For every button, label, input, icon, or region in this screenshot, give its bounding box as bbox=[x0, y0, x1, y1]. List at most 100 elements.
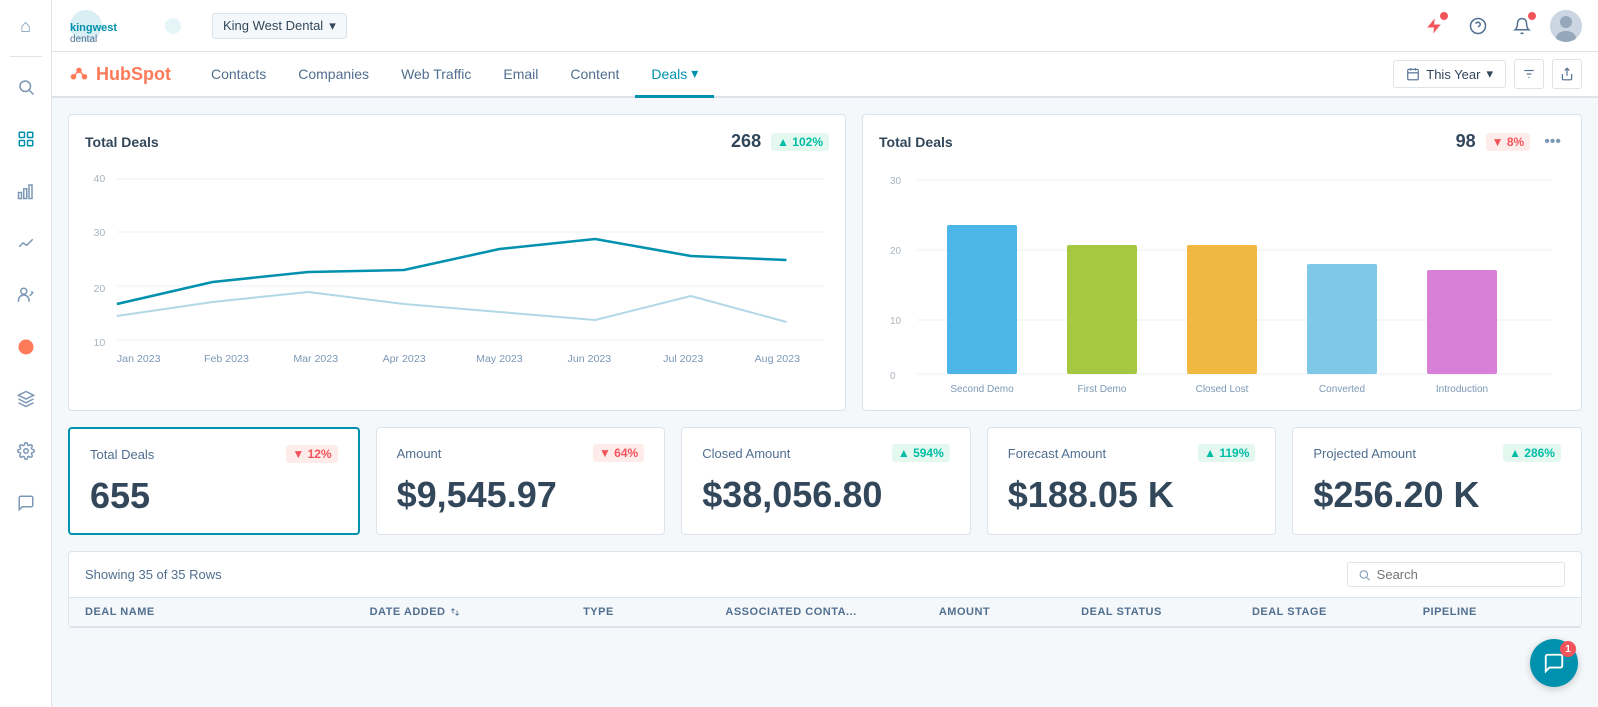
sidebar-klarna-icon[interactable] bbox=[0, 373, 52, 425]
svg-text:Aug 2023: Aug 2023 bbox=[755, 354, 801, 364]
deals-table: Showing 35 of 35 Rows DEAL NAME DATE ADD… bbox=[68, 551, 1582, 628]
bar-chart-svg: 30 20 10 0 bbox=[879, 164, 1565, 404]
nav-item-webtraffic[interactable]: Web Traffic bbox=[385, 52, 487, 98]
svg-text:Converted: Converted bbox=[1319, 384, 1365, 395]
svg-text:Jan 2023: Jan 2023 bbox=[117, 354, 161, 364]
nav-item-email[interactable]: Email bbox=[487, 52, 554, 98]
table-search-input[interactable] bbox=[1377, 567, 1554, 582]
top-right-icons bbox=[1418, 10, 1582, 42]
svg-text:20: 20 bbox=[94, 284, 106, 295]
kpi-label-0: Total Deals bbox=[90, 447, 154, 462]
sidebar-search-icon[interactable] bbox=[0, 61, 52, 113]
bar-chart-more-button[interactable]: ••• bbox=[1540, 133, 1565, 151]
kpi-value-2: $38,056.80 bbox=[702, 474, 950, 516]
bar-chart-stat: 98 ▼ 8% ••• bbox=[1456, 131, 1565, 152]
line-chart-number: 268 bbox=[731, 131, 761, 152]
svg-text:First Demo: First Demo bbox=[1078, 384, 1127, 395]
nav-item-companies[interactable]: Companies bbox=[282, 52, 385, 98]
table-row-count: Showing 35 of 35 Rows bbox=[85, 567, 222, 582]
bar-chart-card: Total Deals 98 ▼ 8% ••• 30 20 10 0 bbox=[862, 114, 1582, 411]
col-header-deal-status: DEAL STATUS bbox=[1081, 606, 1252, 618]
svg-text:dental: dental bbox=[70, 34, 97, 45]
nav-item-content[interactable]: Content bbox=[554, 52, 635, 98]
user-avatar[interactable] bbox=[1550, 10, 1582, 42]
svg-text:Feb 2023: Feb 2023 bbox=[204, 354, 249, 364]
col-header-pipeline: PIPELINE bbox=[1423, 606, 1565, 618]
kpi-card-header-2: Closed Amount ▲ 594% bbox=[702, 444, 950, 462]
kpi-card-header-0: Total Deals ▼ 12% bbox=[90, 445, 338, 463]
topbar: kingwest dental King West Dental ▾ bbox=[52, 0, 1598, 52]
sidebar-home-icon[interactable]: ⌂ bbox=[0, 0, 52, 52]
kpi-card-closed-amount[interactable]: Closed Amount ▲ 594% $38,056.80 bbox=[681, 427, 971, 535]
sidebar-divider bbox=[10, 56, 42, 57]
svg-text:30: 30 bbox=[94, 228, 106, 239]
date-filter-button[interactable]: This Year ▾ bbox=[1393, 60, 1506, 88]
share-button[interactable] bbox=[1552, 59, 1582, 89]
logo-svg: kingwest dental bbox=[68, 7, 188, 45]
svg-text:kingwest: kingwest bbox=[70, 22, 117, 34]
date-sort-icon[interactable] bbox=[450, 607, 460, 617]
nav-item-contacts[interactable]: Contacts bbox=[195, 52, 282, 98]
sidebar-settings-icon[interactable] bbox=[0, 425, 52, 477]
nav-item-deals[interactable]: Deals ▾ bbox=[635, 52, 714, 98]
kpi-badge-4: ▲ 286% bbox=[1503, 444, 1561, 462]
hubspot-icon bbox=[68, 63, 90, 85]
sidebar-hubspot-icon[interactable] bbox=[0, 321, 52, 373]
kpi-card-amount[interactable]: Amount ▼ 64% $9,545.97 bbox=[376, 427, 666, 535]
date-filter-label: This Year bbox=[1426, 67, 1480, 82]
date-filter-chevron: ▾ bbox=[1486, 66, 1493, 82]
hubspot-logo: HubSpot bbox=[68, 63, 171, 85]
kpi-card-projected[interactable]: Projected Amount ▲ 286% $256.20 K bbox=[1292, 427, 1582, 535]
svg-text:0: 0 bbox=[890, 371, 896, 382]
kpi-label-1: Amount bbox=[397, 446, 442, 461]
dashboard: Total Deals 268 ▲ 102% 40 30 20 10 bbox=[52, 98, 1598, 707]
kpi-label-4: Projected Amount bbox=[1313, 446, 1416, 461]
svg-text:Jun 2023: Jun 2023 bbox=[568, 354, 612, 364]
bar-chart-header: Total Deals 98 ▼ 8% ••• bbox=[879, 131, 1565, 152]
deals-chevron-icon: ▾ bbox=[691, 65, 698, 82]
hubspot-brand-label: HubSpot bbox=[96, 64, 171, 85]
col-header-deal-name: DEAL NAME bbox=[85, 606, 370, 618]
kpi-badge-0: ▼ 12% bbox=[286, 445, 337, 463]
svg-text:Closed Lost: Closed Lost bbox=[1196, 384, 1249, 395]
sidebar-bar-chart-icon[interactable] bbox=[0, 165, 52, 217]
kpi-label-2: Closed Amount bbox=[702, 446, 790, 461]
customize-button[interactable] bbox=[1514, 59, 1544, 89]
kpi-card-header-1: Amount ▼ 64% bbox=[397, 444, 645, 462]
kpi-card-forecast[interactable]: Forecast Amount ▲ 119% $188.05 K bbox=[987, 427, 1277, 535]
notification-icon-btn[interactable] bbox=[1506, 10, 1538, 42]
svg-text:10: 10 bbox=[94, 338, 106, 349]
col-header-deal-stage: DEAL STAGE bbox=[1252, 606, 1423, 618]
svg-text:10: 10 bbox=[890, 316, 902, 327]
chat-float-button[interactable]: 1 bbox=[1530, 639, 1578, 687]
kpi-card-header-3: Forecast Amount ▲ 119% bbox=[1008, 444, 1256, 462]
sidebar-chat-icon[interactable] bbox=[0, 477, 52, 529]
col-header-type: TYPE bbox=[583, 606, 725, 618]
org-selector[interactable]: King West Dental ▾ bbox=[212, 13, 347, 39]
bolt-notification-badge bbox=[1440, 12, 1448, 20]
bolt-icon-btn[interactable] bbox=[1418, 10, 1450, 42]
kpi-card-total-deals[interactable]: Total Deals ▼ 12% 655 bbox=[68, 427, 360, 535]
kpi-value-4: $256.20 K bbox=[1313, 474, 1561, 516]
table-toolbar: Showing 35 of 35 Rows bbox=[69, 552, 1581, 598]
bar-chart-title: Total Deals bbox=[879, 134, 953, 150]
sidebar-reports-icon[interactable] bbox=[0, 113, 52, 165]
line-chart-svg: 40 30 20 10 Jan 2023 bbox=[85, 164, 829, 364]
line-chart-header: Total Deals 268 ▲ 102% bbox=[85, 131, 829, 152]
share-icon bbox=[1560, 67, 1574, 81]
kpi-row: Total Deals ▼ 12% 655 Amount ▼ 64% $9,54… bbox=[68, 427, 1582, 535]
col-header-contact: ASSOCIATED CONTA... bbox=[725, 606, 938, 618]
bar-chart-container: 30 20 10 0 bbox=[879, 164, 1565, 394]
svg-text:Jul 2023: Jul 2023 bbox=[663, 354, 703, 364]
kpi-badge-1: ▼ 64% bbox=[593, 444, 644, 462]
org-name: King West Dental bbox=[223, 18, 323, 33]
col-header-amount: AMOUNT bbox=[939, 606, 1081, 618]
kpi-card-header-4: Projected Amount ▲ 286% bbox=[1313, 444, 1561, 462]
help-icon-btn[interactable] bbox=[1462, 10, 1494, 42]
chat-notification-badge: 1 bbox=[1560, 641, 1576, 657]
sidebar-line-chart-icon[interactable] bbox=[0, 217, 52, 269]
filter-icon bbox=[1522, 67, 1536, 81]
calendar-icon bbox=[1406, 67, 1420, 81]
sidebar-contacts-icon[interactable] bbox=[0, 269, 52, 321]
svg-text:Apr 2023: Apr 2023 bbox=[383, 354, 426, 364]
